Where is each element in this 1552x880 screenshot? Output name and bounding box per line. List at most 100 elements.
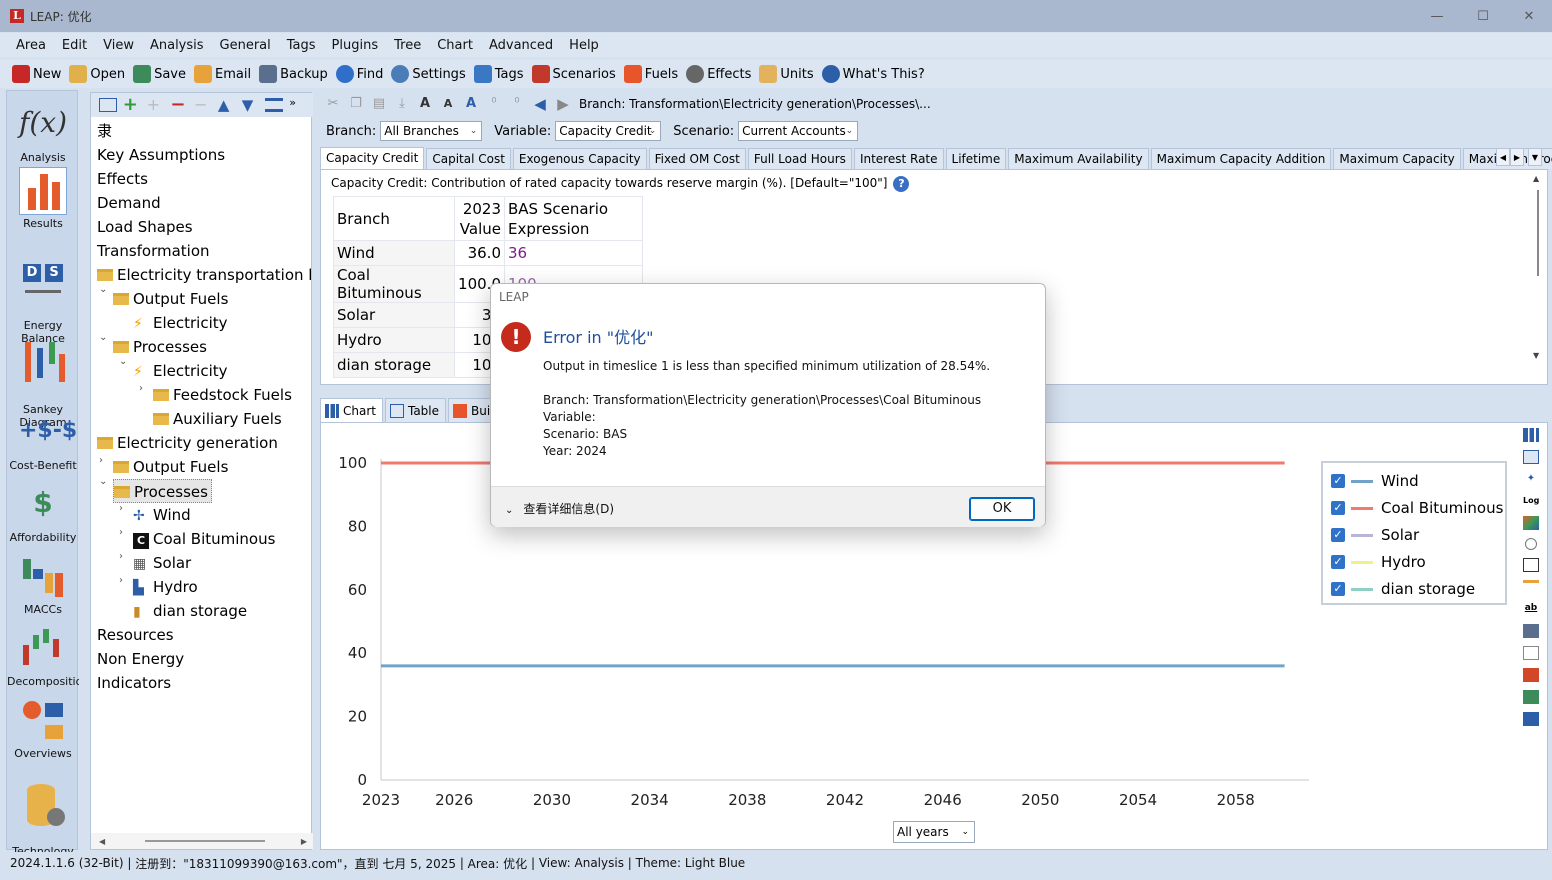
log-scale-icon[interactable]: Log: [1523, 494, 1539, 508]
column-header-value[interactable]: 2023 Value: [454, 196, 505, 241]
checkbox-checked-icon[interactable]: ✓: [1331, 555, 1345, 569]
close-button[interactable]: ✕: [1506, 0, 1552, 32]
tree-node-processes-gen[interactable]: Processes: [113, 479, 212, 503]
decimal-increase-icon[interactable]: ⁰: [487, 97, 501, 111]
tree-node-transformation[interactable]: Transformation: [97, 239, 210, 263]
menu-edit[interactable]: Edit: [54, 38, 95, 53]
tree-node-coal-bituminous[interactable]: C Coal Bituminous: [133, 527, 275, 551]
tab-maximum-capacity-addition[interactable]: Maximum Capacity Addition: [1150, 148, 1332, 169]
tab-scroll-right-icon[interactable]: ▶: [1510, 148, 1524, 166]
scroll-right-icon[interactable]: ▶: [301, 837, 307, 846]
move-down-icon[interactable]: ▼: [242, 98, 260, 113]
settings-button[interactable]: Settings: [391, 65, 466, 83]
branch-select[interactable]: All Branches ⌄: [380, 121, 483, 141]
view-cost-benefit[interactable]: +$-$ Cost-Benefit: [7, 409, 79, 472]
download-icon[interactable]: ⤓: [395, 97, 409, 111]
tree-outdent-icon[interactable]: −: [194, 97, 212, 113]
expand-icon[interactable]: ›: [139, 383, 149, 394]
find-button[interactable]: Find: [335, 65, 383, 83]
units-button[interactable]: Units: [759, 65, 814, 83]
checkbox-checked-icon[interactable]: ✓: [1331, 528, 1345, 542]
view-results[interactable]: Results: [7, 167, 79, 230]
tab-lifetime[interactable]: Lifetime: [945, 148, 1007, 169]
tab-fixed-om-cost[interactable]: Fixed OM Cost: [648, 148, 746, 169]
tab-capital-cost[interactable]: Capital Cost: [426, 148, 511, 169]
tree-node-dian-storage[interactable]: ▮ dian storage: [133, 599, 247, 623]
marker-icon[interactable]: ✦: [1523, 472, 1539, 486]
save-chart-icon[interactable]: [1523, 690, 1539, 704]
tree-node-electricity-transportation-losses[interactable]: Electricity transportation los: [97, 263, 313, 287]
font-increase-icon[interactable]: A: [418, 97, 432, 111]
menu-advanced[interactable]: Advanced: [481, 38, 561, 53]
tab-full-load-hours[interactable]: Full Load Hours: [747, 148, 852, 169]
grid-vertical-scrollbar[interactable]: ▲ ▼: [1533, 174, 1543, 360]
checkbox-checked-icon[interactable]: ✓: [1331, 582, 1345, 596]
palette-icon[interactable]: [1523, 516, 1539, 530]
cut-icon[interactable]: ✂: [326, 97, 340, 111]
legend-item-dian-storage[interactable]: ✓ dian storage: [1331, 579, 1475, 599]
zoom-icon[interactable]: [1525, 538, 1537, 550]
scroll-thumb[interactable]: [1537, 190, 1539, 276]
ok-button[interactable]: OK: [969, 497, 1035, 521]
collapse-icon[interactable]: ⌄: [99, 476, 109, 487]
expand-icon[interactable]: ›: [119, 575, 129, 586]
legend-item-solar[interactable]: ✓ Solar: [1331, 525, 1419, 545]
scenario-select[interactable]: Current Accounts ⌄: [738, 121, 859, 141]
font-decrease-icon[interactable]: A: [441, 97, 455, 111]
whats-this-button[interactable]: What's This?: [821, 65, 925, 83]
minimize-button[interactable]: —: [1414, 0, 1460, 32]
email-button[interactable]: Email: [194, 65, 251, 83]
paste-icon[interactable]: ▤: [372, 97, 386, 111]
copy-chart-icon[interactable]: [1523, 646, 1539, 660]
help-icon[interactable]: ?: [893, 176, 910, 192]
collapse-icon[interactable]: ⌄: [119, 356, 129, 367]
column-header-expression[interactable]: BAS Scenario Expression: [504, 196, 643, 241]
tree-node-electricity-generation[interactable]: Electricity generation: [97, 431, 278, 455]
effects-button[interactable]: Effects: [686, 65, 751, 83]
frame-icon[interactable]: [1523, 558, 1539, 572]
tree-node-non-energy[interactable]: Non Energy: [97, 647, 184, 671]
tree-add-icon[interactable]: +: [123, 96, 141, 114]
copy-icon[interactable]: ❐: [349, 97, 363, 111]
scroll-thumb[interactable]: [145, 840, 265, 842]
tab-scroll-left-icon[interactable]: ◀: [1496, 148, 1510, 166]
legend-item-coal-bituminous[interactable]: ✓ Coal Bituminous: [1331, 498, 1503, 518]
chart-type-icon[interactable]: [1523, 428, 1539, 442]
maximize-button[interactable]: ☐: [1460, 0, 1506, 32]
new-button[interactable]: New: [12, 65, 61, 83]
checkbox-checked-icon[interactable]: ✓: [1331, 474, 1345, 488]
scroll-up-icon[interactable]: ▲: [1533, 174, 1539, 183]
scroll-left-icon[interactable]: ◀: [99, 837, 105, 846]
menu-help[interactable]: Help: [561, 38, 607, 53]
tree-node-load-shapes[interactable]: Load Shapes: [97, 215, 193, 239]
open-button[interactable]: Open: [69, 65, 125, 83]
tree-horizontal-scrollbar[interactable]: ◀ ▶: [91, 833, 313, 849]
back-arrow-icon[interactable]: ◀: [533, 97, 547, 112]
collapse-icon[interactable]: ⌄: [99, 332, 109, 343]
tree-add-child-icon[interactable]: +: [147, 97, 165, 113]
tree-node-resources[interactable]: Resources: [97, 623, 174, 647]
menu-area[interactable]: Area: [8, 38, 54, 53]
menu-view[interactable]: View: [95, 38, 142, 53]
menu-tree[interactable]: Tree: [386, 38, 429, 53]
tree-node-indicators[interactable]: Indicators: [97, 671, 171, 695]
tab-maximum-availability[interactable]: Maximum Availability: [1008, 148, 1149, 169]
tree-delete-icon[interactable]: −: [170, 96, 188, 114]
tab-list-icon[interactable]: ▼: [1528, 148, 1542, 166]
expand-icon[interactable]: ›: [99, 455, 109, 466]
save-button[interactable]: Save: [133, 65, 186, 83]
tree-node-solar[interactable]: ▦ Solar: [133, 551, 191, 575]
tree-node-effects[interactable]: Effects: [97, 167, 148, 191]
expand-icon[interactable]: ›: [119, 551, 129, 562]
tree-node-demand[interactable]: Demand: [97, 191, 161, 215]
view-analysis[interactable]: f(x) Analysis: [7, 101, 79, 164]
checkbox-checked-icon[interactable]: ✓: [1331, 501, 1345, 515]
year-select[interactable]: All years ⌄: [893, 821, 975, 843]
menu-tags[interactable]: Tags: [279, 38, 324, 53]
collapse-icon[interactable]: ⌄: [99, 284, 109, 295]
tree-node-electricity-process[interactable]: ⚡ Electricity: [133, 359, 228, 383]
tree-node-electricity-fuel[interactable]: ⚡ Electricity: [133, 311, 228, 335]
export-icon[interactable]: [1523, 712, 1539, 726]
column-header-branch[interactable]: Branch: [333, 196, 455, 241]
scenarios-button[interactable]: Scenarios: [531, 65, 616, 83]
